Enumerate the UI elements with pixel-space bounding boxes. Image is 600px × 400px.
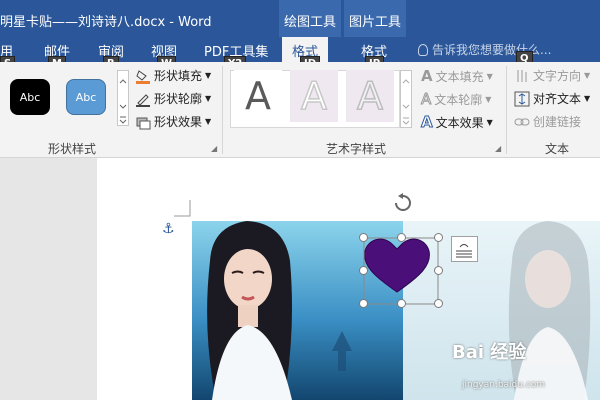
text-direction-button[interactable]: 文字方向 ▼ (514, 67, 590, 84)
selection-handle[interactable] (397, 233, 406, 242)
create-link-button[interactable]: 创建链接 (514, 113, 581, 130)
shape-style-blue[interactable]: Abc (66, 79, 106, 115)
shape-effects-icon (135, 114, 151, 130)
link-icon (514, 114, 530, 130)
chevron-down-icon: ▼ (486, 71, 493, 81)
align-text-label: 对齐文本 (533, 92, 582, 106)
text-fill-icon: A (421, 67, 433, 85)
text-direction-icon (514, 68, 530, 84)
align-text-button[interactable]: 对齐文本 ▼ (514, 90, 590, 107)
dialog-launcher-icon[interactable]: ◢ (211, 144, 217, 153)
dialog-launcher-icon[interactable]: ◢ (495, 144, 501, 153)
group-label-shape-styles: 形状样式 (48, 142, 97, 156)
text-direction-label: 文字方向 (533, 69, 582, 83)
watermark: Bai 经验 (452, 342, 527, 363)
watermark-url: jingyan.baidu.com (462, 380, 546, 390)
chevron-down-icon: ▼ (205, 117, 212, 126)
context-tab-drawing-tools: 绘图工具 (279, 0, 341, 37)
chevron-down-icon: ▼ (584, 71, 591, 80)
layout-options-button[interactable] (451, 236, 478, 262)
selection-handle[interactable] (397, 299, 406, 308)
wordart-style-3[interactable]: A (346, 70, 394, 122)
window-title: 明星卡贴——刘诗诗八.docx - Word (0, 15, 212, 30)
text-effects-button[interactable]: A 文本效果 ▼ (421, 113, 493, 132)
chevron-down-icon: ▼ (205, 94, 212, 103)
chevron-down-icon: ▼ (205, 71, 212, 80)
create-link-label: 创建链接 (533, 115, 582, 129)
text-effects-icon: A (421, 113, 434, 132)
anchor-icon: ⚓ (162, 221, 175, 237)
rotate-handle-icon[interactable] (392, 192, 414, 214)
text-effects-label: 文本效果 (435, 115, 484, 130)
text-outline-label: 文本轮廓 (434, 92, 483, 107)
text-outline-icon: A (420, 90, 432, 109)
selection-handle[interactable] (359, 233, 368, 242)
selection-handle[interactable] (359, 266, 368, 275)
divider (506, 66, 507, 154)
pencil-icon (135, 91, 151, 107)
layout-options-icon (456, 244, 472, 258)
context-tab-picture-tools: 图片工具 (344, 0, 406, 37)
title-bar: 明星卡贴——刘诗诗八.docx - Word 绘图工具 图片工具 (0, 0, 600, 37)
shape-effects-label: 形状效果 (154, 115, 203, 129)
text-fill-label: 文本填充 (435, 69, 484, 84)
wordart-gallery-scroll[interactable] (400, 70, 412, 128)
lightbulb-icon (418, 44, 428, 56)
chevron-down-icon: ▼ (486, 117, 493, 127)
paint-bucket-icon (135, 68, 151, 84)
selection-handle[interactable] (434, 266, 443, 275)
margin-corner-mark (174, 200, 191, 217)
shape-style-black[interactable]: Abc (10, 79, 50, 115)
text-fill-button[interactable]: A 文本填充 ▼ (421, 67, 493, 85)
ribbon: Abc Abc 形状填充 ▼ 形状轮廓 ▼ 形状效果 ▼ 形状样式 ◢ A A A A… (0, 62, 600, 158)
selection-handle[interactable] (359, 299, 368, 308)
chevron-down-icon: ▼ (485, 94, 492, 104)
chevron-down-icon: ▼ (584, 94, 591, 103)
shape-styles-gallery-scroll[interactable] (117, 70, 129, 126)
shape-effects-button[interactable]: 形状效果 ▼ (135, 113, 211, 130)
wordart-style-2[interactable]: A (290, 70, 338, 122)
shape-outline-button[interactable]: 形状轮廓 ▼ (135, 90, 211, 107)
selection-handle[interactable] (434, 299, 443, 308)
text-outline-button[interactable]: A 文本轮廓 ▼ (420, 90, 492, 109)
selection-handle[interactable] (434, 233, 443, 242)
shape-outline-label: 形状轮廓 (154, 92, 203, 106)
tell-me-text: 告诉我您想要做什么... (432, 43, 552, 57)
divider (222, 66, 223, 154)
shape-fill-button[interactable]: 形状填充 ▼ (135, 67, 211, 84)
wordart-style-1[interactable]: A (234, 70, 282, 122)
group-label-text: 文本 (545, 142, 570, 156)
shape-fill-label: 形状填充 (154, 69, 203, 83)
align-text-icon (514, 91, 530, 107)
group-label-wordart-styles: 艺术字样式 (326, 142, 387, 156)
